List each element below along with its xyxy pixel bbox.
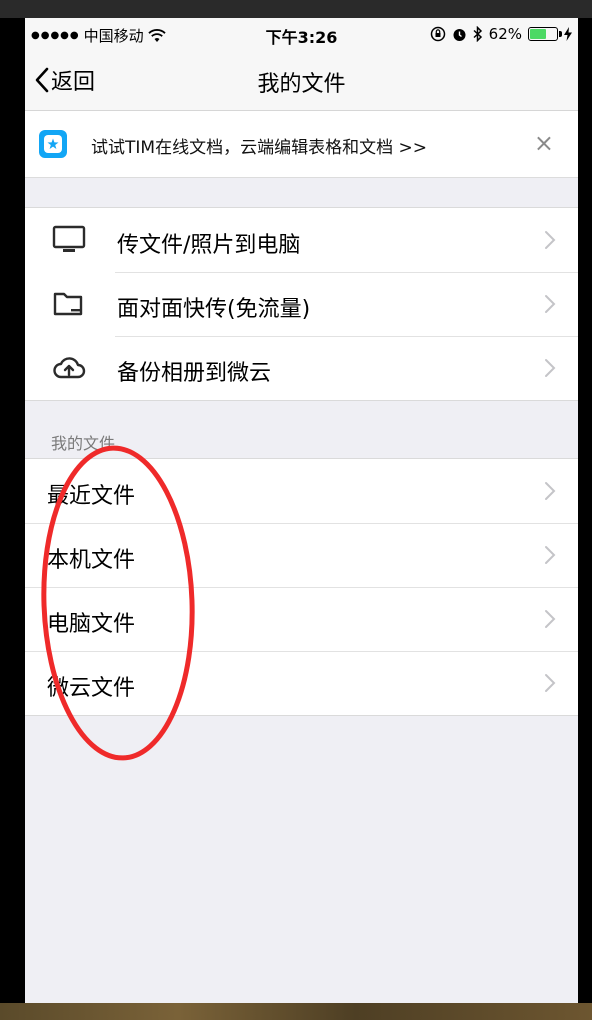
list-item-label: 传文件/照片到电脑 xyxy=(117,233,301,258)
phone-screen: ●●●●● 中国移动 下午3:26 62% 返回 我的文件 试试TIM在线文档，… xyxy=(25,18,578,1003)
chevron-right-icon xyxy=(545,674,556,692)
back-label: 返回 xyxy=(51,70,96,95)
cloud-upload-icon xyxy=(53,357,86,379)
chevron-right-icon xyxy=(545,610,556,628)
list-item-label: 面对面快传(免流量) xyxy=(117,297,311,322)
banner-text[interactable]: 试试TIM在线文档，云端编辑表格和文档 >> xyxy=(91,133,427,158)
photo-frame-bottom xyxy=(0,1003,592,1020)
battery-icon xyxy=(528,27,562,41)
chevron-right-icon xyxy=(545,231,556,249)
chevron-right-icon xyxy=(545,295,556,313)
rotation-lock-icon xyxy=(430,26,445,42)
monitor-icon xyxy=(52,225,86,252)
charging-bolt-icon xyxy=(564,27,572,41)
chevron-right-icon xyxy=(545,482,556,500)
tim-logo-icon xyxy=(39,130,67,158)
folder-icon xyxy=(53,292,83,316)
list-item-face-to-face-transfer[interactable]: 面对面快传(免流量) xyxy=(25,272,578,336)
chevron-left-icon xyxy=(35,67,49,93)
alarm-icon xyxy=(453,28,466,41)
photo-frame-top xyxy=(0,0,592,18)
list-item-backup-to-weiyun[interactable]: 备份相册到微云 xyxy=(25,336,578,400)
photo-frame-right xyxy=(578,18,592,1003)
battery-percent: 62% xyxy=(488,25,522,43)
bluetooth-icon xyxy=(473,26,482,42)
list-item-send-to-computer[interactable]: 传文件/照片到电脑 xyxy=(25,208,578,272)
navigation-bar: 返回 我的文件 xyxy=(25,50,578,111)
photo-frame-left xyxy=(0,18,25,1003)
banner-close-button[interactable]: × xyxy=(534,129,554,157)
red-annotation-ellipse xyxy=(41,445,195,761)
back-button[interactable]: 返回 xyxy=(35,64,95,96)
tim-promo-banner[interactable]: 试试TIM在线文档，云端编辑表格和文档 >> × xyxy=(25,111,578,178)
list-item-label: 备份相册到微云 xyxy=(117,361,272,386)
tim-star-icon xyxy=(44,135,62,153)
status-bar: ●●●●● 中国移动 下午3:26 62% xyxy=(25,18,578,50)
page-title: 我的文件 xyxy=(257,72,346,97)
status-right: 62% xyxy=(430,25,572,43)
battery-level-fill xyxy=(530,29,546,39)
chevron-right-icon xyxy=(545,546,556,564)
chevron-right-icon xyxy=(545,359,556,377)
battery-cap xyxy=(559,31,562,37)
transfer-options-list: 传文件/照片到电脑 面对面快传(免流量) 备份相册到微云 xyxy=(25,207,578,401)
